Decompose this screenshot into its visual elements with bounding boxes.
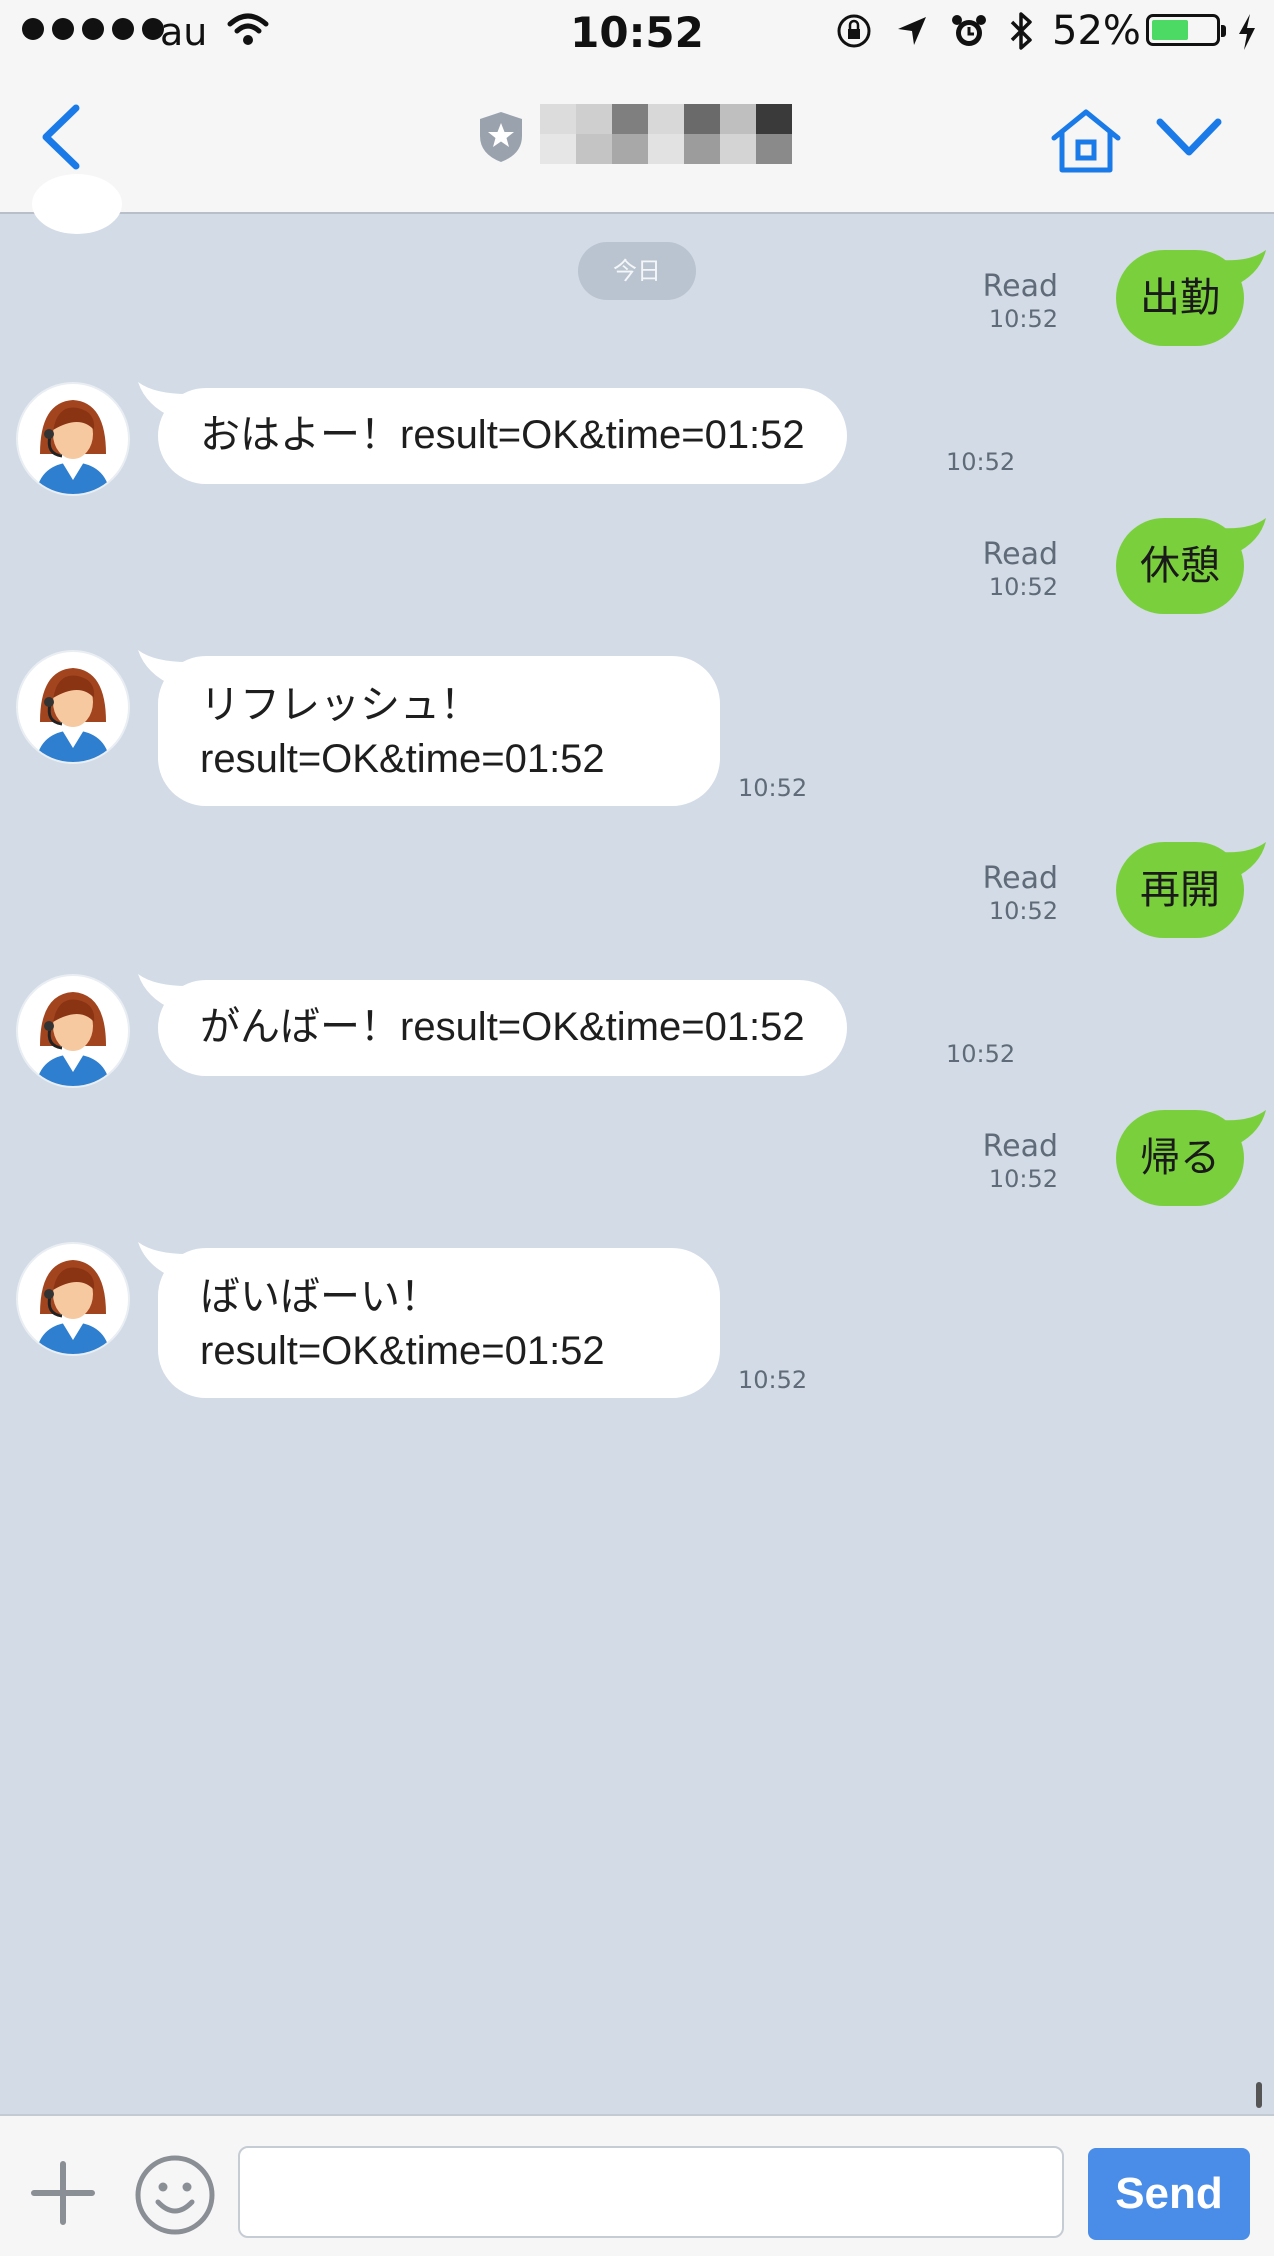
- message-time: 10:52: [988, 1165, 1058, 1193]
- outgoing-message-bubble[interactable]: 休憩: [1116, 518, 1244, 614]
- message-time: 10:52: [946, 1040, 1016, 1068]
- outgoing-message-bubble[interactable]: 出勤: [1116, 250, 1244, 346]
- emoji-icon[interactable]: [134, 2154, 216, 2240]
- read-receipt: Read 10:52: [983, 270, 1058, 334]
- scrollbar[interactable]: [1256, 2082, 1262, 2108]
- plus-icon[interactable]: [28, 2158, 98, 2232]
- operator-avatar-icon: [36, 668, 110, 762]
- bluetooth-icon: [1008, 10, 1036, 56]
- read-label: Read: [982, 537, 1058, 572]
- read-receipt: Read 10:52: [983, 538, 1058, 602]
- chevron-down-icon[interactable]: [1156, 116, 1222, 164]
- message-line: result=OK&time=01:52: [200, 1329, 605, 1373]
- avatar[interactable]: [16, 974, 130, 1088]
- charging-bolt-icon: [1236, 12, 1258, 56]
- outgoing-message-bubble[interactable]: 帰る: [1116, 1110, 1244, 1206]
- operator-avatar-icon: [36, 992, 110, 1086]
- read-receipt: Read 10:52: [983, 862, 1058, 926]
- message-input[interactable]: [238, 2146, 1064, 2238]
- outgoing-message-bubble[interactable]: 再開: [1116, 842, 1244, 938]
- avatar[interactable]: [16, 650, 130, 764]
- alarm-icon: [950, 12, 988, 54]
- message-time: 10:52: [946, 448, 1016, 476]
- message-line: リフレッシュ！: [200, 683, 480, 727]
- incoming-message-bubble[interactable]: おはよー！result=OK&time=01:52: [158, 388, 847, 484]
- send-button[interactable]: Send: [1088, 2148, 1250, 2240]
- date-separator: 今日: [578, 242, 696, 300]
- message-time: 10:52: [988, 897, 1058, 925]
- location-arrow-icon: [894, 13, 930, 53]
- home-icon[interactable]: [1048, 108, 1124, 178]
- message-time: 10:52: [738, 1366, 808, 1394]
- operator-avatar-icon: [36, 1260, 110, 1354]
- message-time: 10:52: [988, 573, 1058, 601]
- chevron-left-icon[interactable]: [38, 104, 82, 174]
- rotation-lock-icon: [834, 11, 874, 55]
- incoming-message-bubble[interactable]: ばいばーい！ result=OK&time=01:52: [158, 1248, 720, 1398]
- message-input-bar: Send: [0, 2114, 1274, 2256]
- incoming-message-bubble[interactable]: リフレッシュ！ result=OK&time=01:52: [158, 656, 720, 806]
- battery-icon: [1146, 14, 1226, 46]
- status-bar: au 10:52 52%: [0, 0, 1274, 64]
- read-receipt: Read 10:52: [983, 1130, 1058, 1194]
- incoming-message-bubble[interactable]: がんばー！result=OK&time=01:52: [158, 980, 847, 1076]
- avatar: [32, 174, 122, 234]
- read-label: Read: [982, 861, 1058, 896]
- message-time: 10:52: [988, 305, 1058, 333]
- battery-percent: 52%: [1052, 8, 1141, 54]
- shield-star-icon: [478, 110, 524, 168]
- chat-area[interactable]: 今日 Read 10:52 出勤 おはよー！result=OK&time=01:…: [0, 174, 1274, 2114]
- avatar[interactable]: [16, 1242, 130, 1356]
- operator-avatar-icon: [36, 400, 110, 494]
- read-label: Read: [982, 1129, 1058, 1164]
- message-line: result=OK&time=01:52: [200, 737, 605, 781]
- avatar[interactable]: [16, 382, 130, 496]
- chat-header: [0, 64, 1274, 214]
- message-line: ばいばーい！: [200, 1275, 440, 1319]
- chat-title-redacted: [540, 104, 792, 164]
- read-label: Read: [982, 269, 1058, 304]
- message-time: 10:52: [738, 774, 808, 802]
